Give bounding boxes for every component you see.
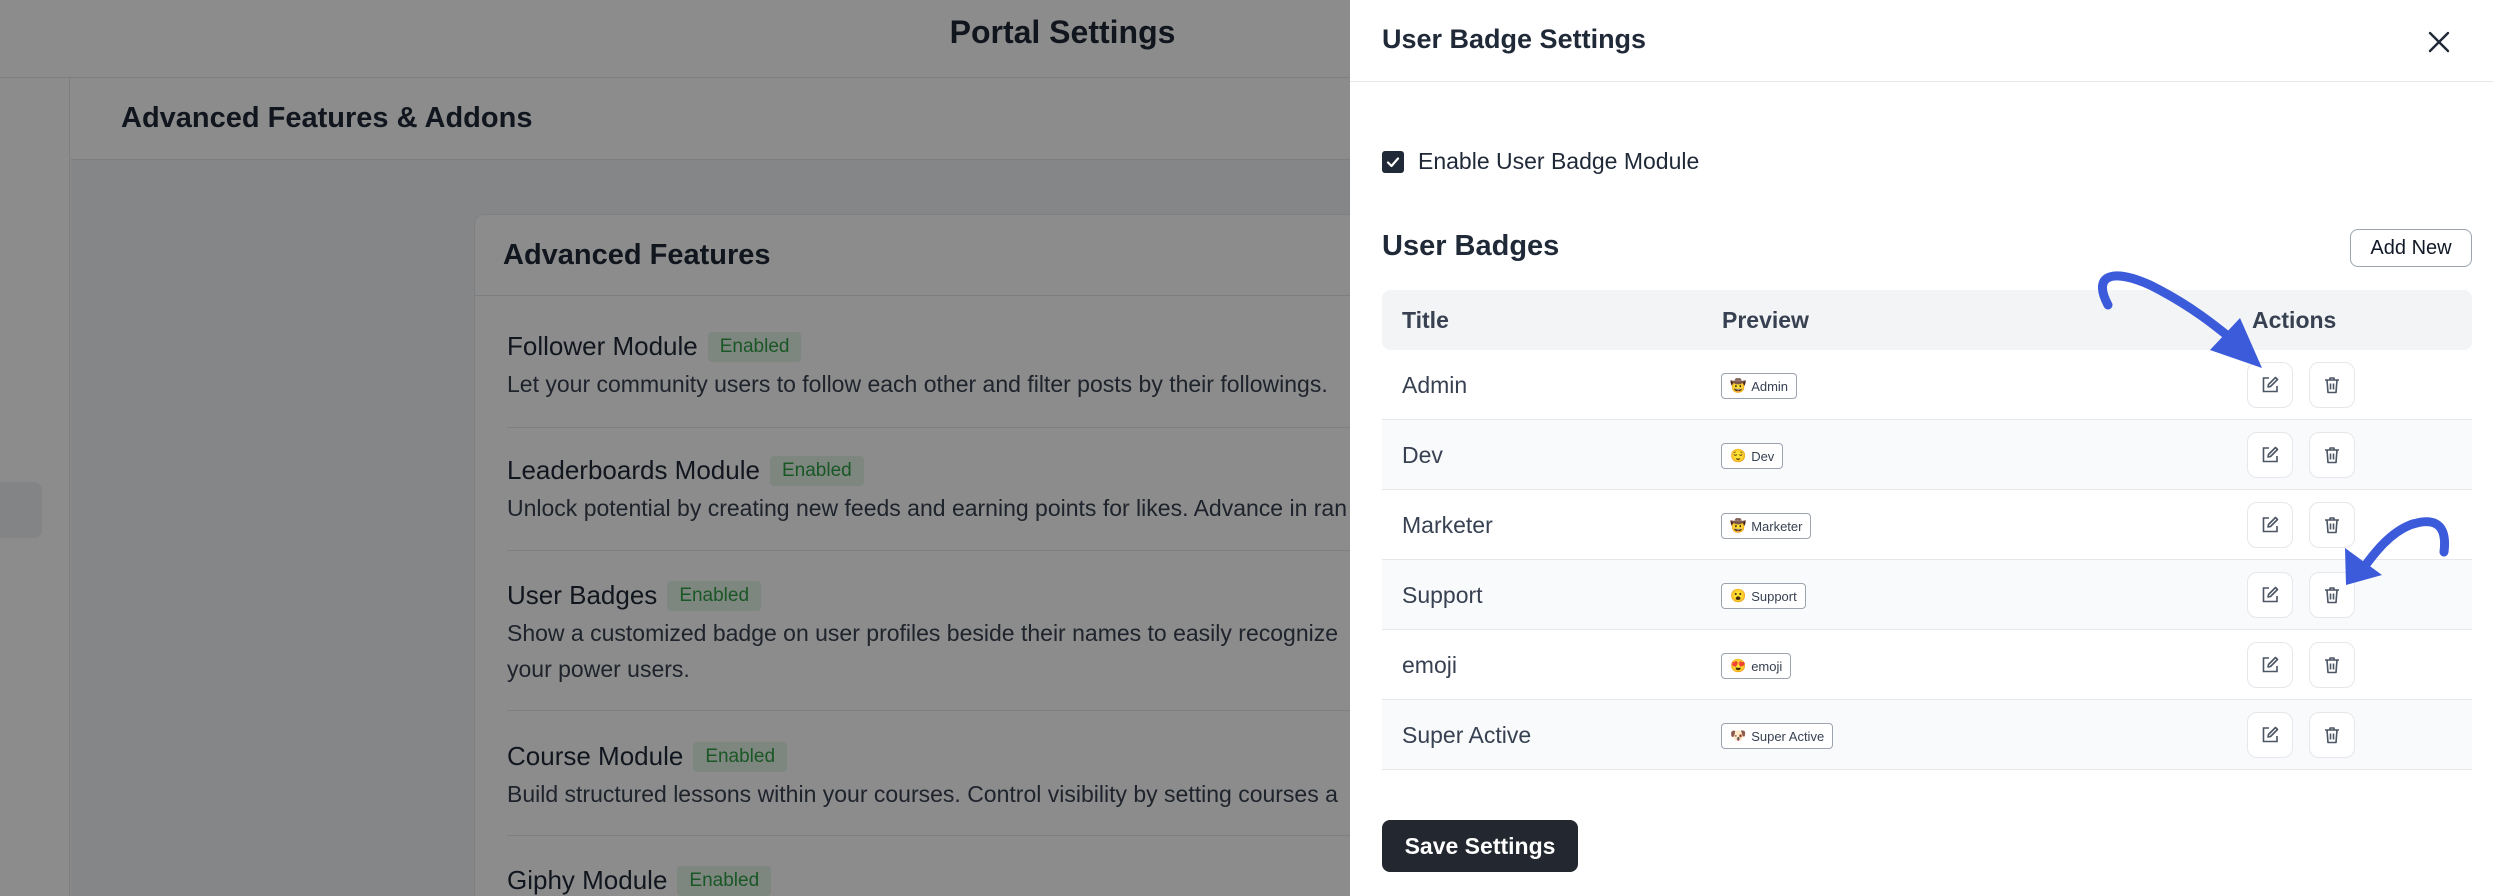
arrow-annotation-icon xyxy=(2098,271,2262,368)
arrow-annotation-icon xyxy=(2345,517,2450,585)
annotation-arrows xyxy=(2098,271,2450,585)
